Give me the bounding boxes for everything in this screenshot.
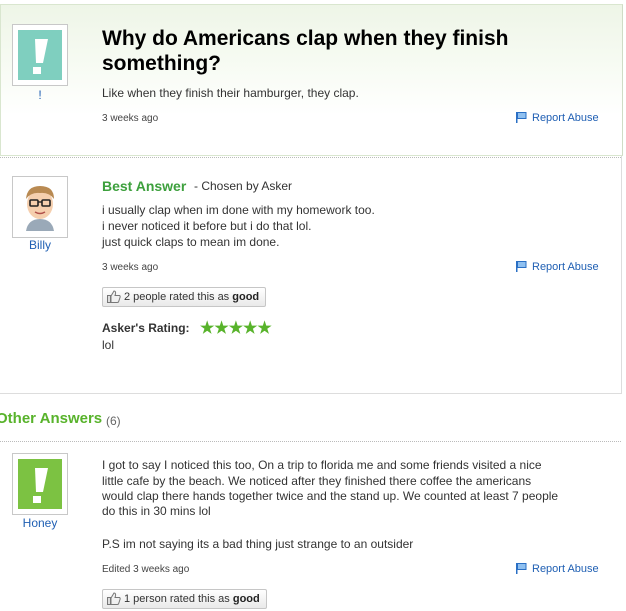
thumbs-up-icon bbox=[107, 592, 121, 611]
other-answer-rating-button[interactable]: 1 person rated this as good bbox=[102, 589, 267, 609]
other-answer-ps: P.S im not saying its a bad thing just s… bbox=[102, 537, 414, 551]
person-avatar-icon bbox=[18, 183, 62, 231]
asker-comment: lol bbox=[102, 338, 115, 352]
asker-avatar[interactable] bbox=[12, 24, 68, 86]
question-body: Like when they finish their hamburger, t… bbox=[102, 86, 359, 100]
best-answer-line-3: just quick claps to mean im done. bbox=[102, 235, 280, 249]
chosen-by-asker: - Chosen by Asker bbox=[194, 179, 293, 193]
best-answer-time: 3 weeks ago bbox=[102, 262, 159, 273]
other-answers-title: Other Answers bbox=[0, 410, 103, 427]
other-answer-report-abuse[interactable]: Report Abuse bbox=[516, 563, 599, 577]
other-answer-time: Edited 3 weeks ago bbox=[102, 564, 190, 575]
asker-rating-stars: ★★★★★ bbox=[200, 320, 272, 337]
flag-icon bbox=[516, 112, 527, 126]
other-answer-line-2: little cafe by the beach. We noticed aft… bbox=[102, 474, 532, 488]
question-title: Why do Americans clap when they finish s… bbox=[102, 27, 509, 75]
billy-avatar[interactable] bbox=[12, 176, 68, 238]
thumbs-up-icon bbox=[107, 290, 121, 309]
asker-name[interactable]: ! bbox=[28, 88, 52, 102]
report-abuse-label[interactable]: Report Abuse bbox=[532, 112, 599, 124]
other-answer-line-1: I got to say I noticed this too, On a tr… bbox=[102, 458, 542, 472]
flag-icon bbox=[516, 563, 527, 577]
report-abuse-label[interactable]: Report Abuse bbox=[532, 261, 599, 273]
other-answer-line-3: would clap there hands together twice an… bbox=[102, 489, 559, 503]
rating-word: good bbox=[232, 593, 260, 605]
report-abuse-label[interactable]: Report Abuse bbox=[532, 563, 599, 575]
answers-logo-icon bbox=[18, 459, 62, 509]
rating-word: good bbox=[232, 291, 260, 303]
best-answer-author[interactable]: Billy bbox=[22, 238, 58, 252]
best-answer-rating-button[interactable]: 2 people rated this as good bbox=[102, 287, 267, 309]
other-answers-count: (6) bbox=[106, 414, 121, 428]
asker-rating-label: Asker's Rating: bbox=[102, 321, 190, 335]
answers-logo-icon bbox=[18, 30, 62, 80]
rating-text: 1 person rated this as bbox=[124, 593, 230, 605]
best-answer-label: Best Answer bbox=[102, 178, 187, 194]
flag-icon bbox=[516, 261, 527, 275]
honey-avatar[interactable] bbox=[12, 453, 68, 515]
question-time: 3 weeks ago bbox=[102, 113, 159, 124]
best-answer-card bbox=[0, 156, 622, 394]
question-report-abuse[interactable]: Report Abuse bbox=[516, 112, 599, 126]
rating-text: 2 people rated this as bbox=[124, 291, 230, 303]
other-answer-line-4: do this in 30 mins lol bbox=[102, 504, 211, 518]
divider bbox=[0, 441, 621, 442]
best-answer-line-2: i never noticed it before but i do that … bbox=[102, 219, 312, 233]
other-answer-author[interactable]: Honey bbox=[20, 516, 60, 530]
best-answer-line-1: i usually clap when im done with my home… bbox=[102, 203, 375, 217]
best-answer-report-abuse[interactable]: Report Abuse bbox=[516, 261, 599, 275]
